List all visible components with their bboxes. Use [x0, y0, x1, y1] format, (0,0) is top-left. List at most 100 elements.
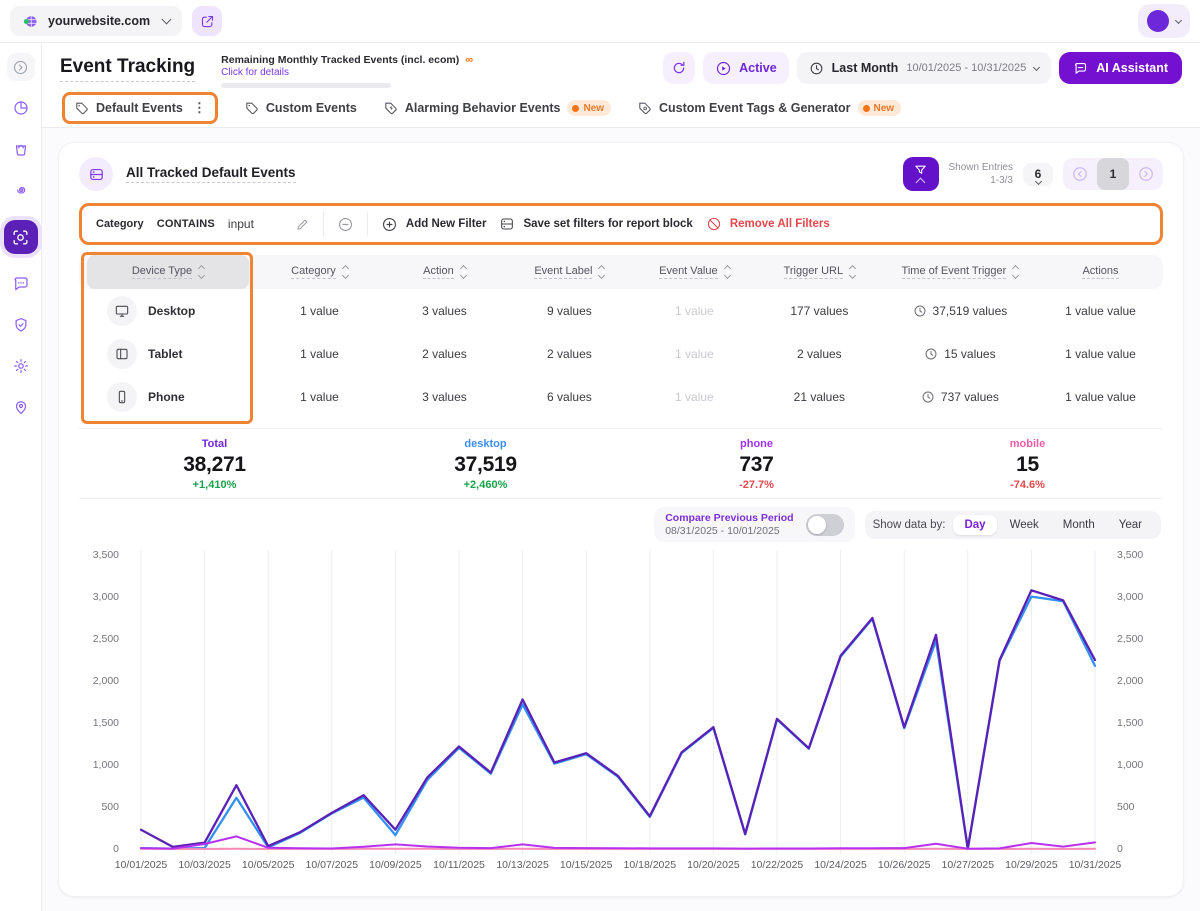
sidebar-item-event-tracking[interactable] — [4, 220, 38, 254]
actions-cell: 1 value value — [1038, 347, 1163, 361]
badge-dot — [863, 105, 870, 112]
table-row-phone[interactable]: Phone 1 value 3 values 6 values 1 value … — [79, 375, 1163, 418]
edit-filter-button[interactable] — [295, 217, 310, 232]
events-line-chart: 05001,0001,5002,0002,5003,0003,500 05001… — [79, 550, 1163, 854]
sidebar-item-privacy[interactable] — [7, 311, 35, 339]
y-axis-tick: 3,000 — [1117, 592, 1143, 603]
filter-value-input[interactable]: input — [228, 217, 282, 231]
segment-option-day[interactable]: Day — [953, 515, 996, 535]
x-axis-label: 10/11/2025 — [433, 859, 485, 871]
prev-page-button[interactable] — [1063, 165, 1097, 183]
sidebar — [0, 43, 42, 911]
sort-icon[interactable] — [1013, 266, 1018, 278]
stat-desktop: desktop 37,519 +2,460% — [350, 438, 621, 491]
remove-all-filters-button[interactable]: Remove All Filters — [706, 216, 830, 232]
page-header: Event Tracking Remaining Monthly Tracked… — [42, 43, 1200, 127]
tag-gear-icon — [637, 101, 652, 116]
date-range-picker[interactable]: Last Month 10/01/2025 - 10/31/2025 — [797, 52, 1052, 84]
ai-assistant-button[interactable]: AI Assistant — [1059, 52, 1182, 84]
show-data-by-segment: Show data by: Day Week Month Year — [865, 511, 1161, 539]
shown-entries: Shown Entries 1-3/3 — [949, 161, 1013, 188]
add-new-filter-button[interactable]: Add New Filter — [381, 216, 487, 233]
tab-default-events[interactable]: Default Events — [74, 101, 183, 116]
user-menu[interactable] — [1138, 4, 1190, 38]
click-for-details-link[interactable]: Click for details — [221, 67, 473, 78]
content-area: All Tracked Default Events Shown Entries… — [42, 127, 1200, 911]
filter-panel-button[interactable] — [903, 157, 939, 191]
column-header-event-label[interactable]: Event Label — [507, 265, 632, 279]
segment-option-month[interactable]: Month — [1052, 515, 1106, 535]
column-header-time-of-event[interactable]: Time of Event Trigger — [882, 265, 1038, 279]
save-filters-button[interactable]: Save set filters for report block — [499, 216, 692, 232]
sidebar-item-settings[interactable] — [7, 352, 35, 380]
sort-icon[interactable] — [461, 266, 466, 278]
sidebar-collapse-button[interactable] — [7, 53, 35, 81]
column-header-event-value[interactable]: Event Value — [632, 265, 757, 279]
tab-label: Custom Events — [266, 101, 357, 115]
tab-label: Default Events — [96, 101, 183, 115]
filter-field[interactable]: Category — [96, 218, 144, 230]
show-data-by-label: Show data by: — [873, 519, 946, 531]
open-website-button[interactable] — [192, 6, 222, 36]
website-selector[interactable]: yourwebsite.com — [10, 6, 182, 36]
x-axis-label: 10/07/2025 — [306, 859, 359, 871]
compare-toggle[interactable] — [806, 514, 844, 536]
current-page[interactable]: 1 — [1097, 158, 1129, 190]
remove-all-filters-label: Remove All Filters — [730, 218, 830, 230]
pie-chart-icon — [12, 99, 30, 117]
page-title: Event Tracking — [60, 56, 195, 82]
segment-option-week[interactable]: Week — [999, 515, 1050, 535]
sort-icon[interactable] — [850, 266, 855, 278]
tracking-status-button[interactable]: Active — [703, 52, 789, 84]
column-header-device-type[interactable]: Device Type — [87, 255, 249, 289]
filter-operator[interactable]: CONTAINS — [157, 218, 215, 230]
x-axis-label: 10/29/2025 — [1005, 859, 1058, 871]
annotation-box-filter-bar: Category CONTAINS input Add New Filter — [79, 203, 1163, 245]
sort-icon[interactable] — [343, 266, 348, 278]
compare-label: Compare Previous Period — [665, 512, 793, 524]
column-header-action[interactable]: Action — [382, 265, 507, 279]
sidebar-item-ecommerce[interactable] — [7, 135, 35, 163]
tab-alarming-behavior-events[interactable]: Alarming Behavior Events New — [383, 100, 611, 116]
next-page-button[interactable] — [1129, 165, 1163, 183]
stat-mobile: mobile 15 -74.6% — [892, 438, 1163, 491]
save-icon — [499, 216, 515, 232]
sort-icon[interactable] — [725, 266, 730, 278]
segment-option-year[interactable]: Year — [1108, 515, 1153, 535]
sort-icon[interactable] — [599, 266, 604, 278]
badge-dot — [572, 105, 579, 112]
page-size-select[interactable]: 6 — [1023, 163, 1053, 186]
chart-plot-area[interactable] — [125, 550, 1111, 854]
trigger-url-cell: 2 values — [757, 347, 882, 361]
tab-custom-event-tags-generator[interactable]: Custom Event Tags & Generator New — [637, 100, 901, 116]
arrow-left-circle-icon — [1071, 165, 1089, 183]
sidebar-item-analytics[interactable] — [7, 94, 35, 122]
location-pin-icon — [12, 398, 30, 416]
tab-options-kebab[interactable]: ⋮ — [193, 100, 206, 116]
x-axis-label: 10/01/2025 — [115, 859, 168, 871]
y-axis-tick: 1,500 — [1117, 718, 1143, 729]
avatar — [1147, 10, 1169, 32]
shopping-bag-icon — [12, 140, 30, 158]
sidebar-item-sessions[interactable] — [7, 176, 35, 204]
chart-line-desktop — [141, 597, 1095, 849]
column-header-trigger-url[interactable]: Trigger URL — [757, 265, 882, 279]
column-header-category[interactable]: Category — [257, 265, 382, 279]
table-row-tablet[interactable]: Tablet 1 value 2 values 2 values 1 value… — [79, 332, 1163, 375]
panel-title: All Tracked Default Events — [126, 165, 296, 183]
pagination: 1 — [1063, 158, 1163, 190]
sort-icon[interactable] — [199, 266, 204, 278]
table-row-desktop[interactable]: Desktop 1 value 3 values 9 values 1 valu… — [79, 289, 1163, 332]
globe-icon — [22, 13, 39, 30]
trigger-url-cell: 21 values — [757, 390, 882, 404]
x-axis-label: 10/05/2025 — [242, 859, 295, 871]
tab-custom-events[interactable]: Custom Events — [244, 101, 357, 116]
minus-circle-icon — [337, 216, 354, 233]
sidebar-item-visitors[interactable] — [7, 393, 35, 421]
event-tabs: Default Events ⋮ Custom Events Alarming … — [60, 96, 1182, 127]
remove-filter-button[interactable] — [337, 216, 354, 233]
action-cell: 3 values — [382, 390, 507, 404]
chart-controls: Compare Previous Period 08/31/2025 - 10/… — [79, 499, 1163, 546]
sidebar-item-feedback[interactable] — [7, 270, 35, 298]
refresh-button[interactable] — [663, 52, 695, 84]
